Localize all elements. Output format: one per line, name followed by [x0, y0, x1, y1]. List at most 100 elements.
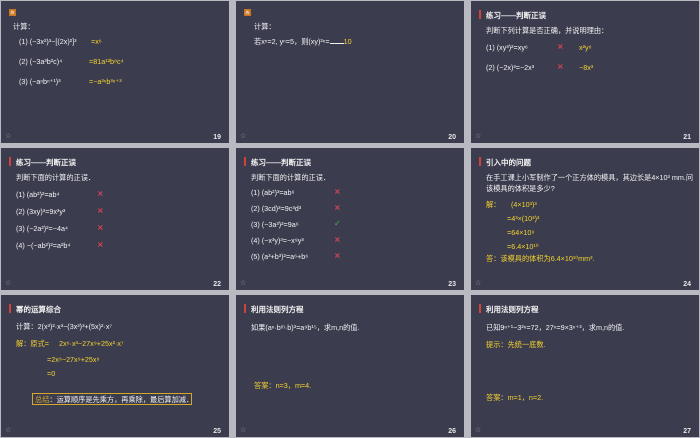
- slide-title: 利用法则列方程: [486, 305, 539, 314]
- problem-text: (1) (ab²)³=ab⁶: [251, 188, 295, 197]
- answer-text: =−a³ⁿb³ⁿ⁺³: [89, 77, 122, 86]
- answer-text: 10: [343, 37, 352, 46]
- solution-step: (4×10³)³: [511, 200, 537, 209]
- slide-thumbnail-19[interactable]: 练 计算： (1) (−3x²)³−[(2x)²]³ =x⁶ (2) (−3a³…: [1, 1, 229, 143]
- slide-number: 26: [448, 428, 456, 435]
- solution-step: 2x⁶·x³−27x⁹+25x²·x⁷: [59, 339, 124, 348]
- problem-text: (4) (−x³y)³=−x⁹y³: [251, 236, 304, 245]
- wrong-mark-icon: ×: [97, 189, 104, 198]
- practice-badge: 练: [9, 9, 16, 16]
- problem-text: (1) (−3x²)³−[(2x)²]³: [19, 37, 77, 46]
- slide-subtitle: 判断下面的计算的正误．: [16, 173, 96, 182]
- title-accent-bar: [479, 10, 481, 19]
- problem-text: (1) (ab²)²=ab⁴: [16, 190, 60, 199]
- slide-heading: 计算：: [254, 22, 276, 31]
- slide-title: 练习——判断正误: [251, 158, 311, 167]
- summary-text: 总结：运算顺序是先乘方，再乘除，最后算加减．: [35, 395, 193, 405]
- slide-number: 19: [213, 134, 221, 141]
- wrong-mark-icon: ×: [334, 203, 341, 212]
- wrong-mark-icon: ×: [557, 62, 564, 71]
- answer-text: =x⁶: [91, 37, 102, 46]
- slide-thumbnail-21[interactable]: 练习——判断正误 判断下列计算是否正确，并说明理由： (1) (xy³)²=xy…: [471, 1, 699, 143]
- wrong-mark-icon: ×: [334, 251, 341, 260]
- wrong-mark-icon: ×: [97, 206, 104, 215]
- slide-number: 21: [683, 134, 691, 141]
- title-accent-bar: [244, 157, 246, 166]
- slide-number: 27: [683, 428, 691, 435]
- slide-title: 练习——判断正误: [486, 11, 546, 20]
- star-icon: ☆: [5, 279, 12, 287]
- problem-text: (2) (3cd)³=9c³d³: [251, 204, 302, 213]
- slide-thumbnail-22[interactable]: 练习——判断正误 判断下面的计算的正误． (1) (ab²)²=ab⁴ × (2…: [1, 148, 229, 290]
- problem-text: 计算：2(x³)²·x³−(3x³)³+(5x)²·x⁷: [16, 322, 113, 331]
- correction-text: x²y⁶: [579, 43, 592, 52]
- solution-step: =0: [47, 369, 56, 378]
- answer-text: 答：该模具的体积为6.4×10¹⁰mm³.: [486, 254, 595, 263]
- slide-number: 24: [683, 281, 691, 288]
- problem-text: (3) (−2a²)²=−4a⁴: [16, 224, 69, 233]
- solution-step: =64×10⁹: [507, 228, 535, 237]
- question-text: 若xⁿ=2, yⁿ=5，则(xy)²ⁿ=: [254, 37, 330, 46]
- star-icon: ☆: [5, 132, 12, 140]
- title-accent-bar: [479, 157, 481, 166]
- answer-text: =81a¹²b⁸c⁴: [89, 57, 124, 66]
- summary-label: 总结: [35, 395, 50, 404]
- solution-step: =2x⁹−27x⁹+25x⁹: [47, 355, 100, 364]
- slide-number: 25: [213, 428, 221, 435]
- slide-title: 练习——判断正误: [16, 158, 76, 167]
- problem-text: (2) (3xy)³=9x³y³: [16, 207, 66, 216]
- star-icon: ☆: [475, 132, 482, 140]
- solution-step: =4³×(10³)³: [507, 214, 540, 223]
- correction-text: −8x³: [579, 63, 594, 72]
- problem-text: (2) (−2x)³=−2x³: [486, 63, 535, 72]
- slide-number: 22: [213, 281, 221, 288]
- solution-label: 解：: [486, 200, 501, 209]
- answer-text: 答案：n=3，m=4.: [254, 381, 312, 390]
- title-accent-bar: [9, 304, 11, 313]
- solution-step: =6.4×10¹⁰: [507, 242, 539, 251]
- problem-text: (1) (xy³)²=xy⁶: [486, 43, 528, 52]
- wrong-mark-icon: ×: [97, 240, 104, 249]
- hint-text: 提示：先统一底数.: [486, 340, 546, 349]
- slide-thumbnail-24[interactable]: 引入中的问题 在手工课上小军制作了一个正方体的模具，其边长是4×10³ mm.问…: [471, 148, 699, 290]
- title-accent-bar: [9, 157, 11, 166]
- star-icon: ☆: [475, 279, 482, 287]
- slide-thumbnail-26[interactable]: 利用法则列方程 如果(aⁿ·bᵐ·b)³=a⁹b¹⁵，求m,n的值. 答案：n=…: [236, 295, 464, 437]
- slide-title: 利用法则列方程: [251, 305, 304, 314]
- check-mark-icon: ✓: [334, 219, 341, 228]
- summary-body: ：运算顺序是先乘方，再乘除，最后算加减．: [49, 395, 194, 404]
- star-icon: ☆: [240, 426, 247, 434]
- slide-thumbnail-20[interactable]: 练 计算： 若xⁿ=2, yⁿ=5，则(xy)²ⁿ= 10 ☆ 20: [236, 1, 464, 143]
- title-accent-bar: [244, 304, 246, 313]
- slide-thumbnail-23[interactable]: 练习——判断正误 判断下面的计算的正误． (1) (ab²)³=ab⁶ × (2…: [236, 148, 464, 290]
- answer-text: 答案：m=1，n=2.: [486, 393, 544, 402]
- problem-text: 如果(aⁿ·bᵐ·b)³=a⁹b¹⁵，求m,n的值.: [251, 323, 360, 332]
- slide-thumbnail-27[interactable]: 利用法则列方程 已知9ⁿ⁺¹−3²ⁿ=72，27ⁿ=9×3ⁿ⁺³，求m,n的值.…: [471, 295, 699, 437]
- problem-text: 在手工课上小军制作了一个正方体的模具，其边长是4×10³ mm.问: [486, 173, 694, 182]
- problem-text: (3) (−aⁿbⁿ⁺¹)³: [19, 77, 61, 86]
- problem-text: 已知9ⁿ⁺¹−3²ⁿ=72，27ⁿ=9×3ⁿ⁺³，求m,n的值.: [486, 323, 625, 332]
- slide-thumbnail-25[interactable]: 幂的运算综合 计算：2(x³)²·x³−(3x³)³+(5x)²·x⁷ 解：原式…: [1, 295, 229, 437]
- star-icon: ☆: [240, 132, 247, 140]
- star-icon: ☆: [5, 426, 12, 434]
- slide-title: 幂的运算综合: [16, 305, 61, 314]
- slide-subtitle: 判断下面的计算的正误．: [251, 173, 331, 182]
- slide-number: 20: [448, 134, 456, 141]
- problem-text: 若xⁿ=2, yⁿ=5，则(xy)²ⁿ= 10: [254, 37, 352, 47]
- slide-heading: 计算：: [13, 22, 35, 31]
- problem-text: (5) (a³+b³)²=a⁶+b⁶: [251, 252, 309, 261]
- problem-text: (2) (−3a³b²c)⁴: [19, 57, 63, 66]
- slide-subtitle: 判断下列计算是否正确，并说明理由：: [486, 26, 609, 35]
- slide-number: 23: [448, 281, 456, 288]
- star-icon: ☆: [475, 426, 482, 434]
- wrong-mark-icon: ×: [557, 42, 564, 51]
- wrong-mark-icon: ×: [97, 223, 104, 232]
- problem-text: (3) (−3a³)²=9a⁶: [251, 220, 299, 229]
- wrong-mark-icon: ×: [334, 187, 341, 196]
- star-icon: ☆: [240, 279, 247, 287]
- problem-text: (4) −(−ab²)²=a²b⁴: [16, 241, 71, 250]
- problem-text: 该模具的体积是多少?: [486, 184, 555, 193]
- title-accent-bar: [479, 304, 481, 313]
- practice-badge: 练: [244, 9, 251, 16]
- wrong-mark-icon: ×: [334, 235, 341, 244]
